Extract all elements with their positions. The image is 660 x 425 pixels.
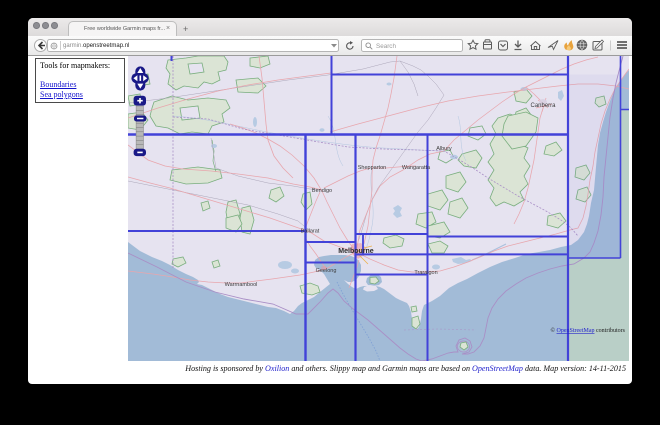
svg-text:Canberra: Canberra (530, 103, 556, 109)
svg-text:Albury: Albury (436, 146, 452, 152)
svg-text:Melbourne: Melbourne (338, 248, 373, 255)
svg-text:Shepparton: Shepparton (358, 165, 386, 171)
svg-text:© OpenStreetMap contributors: © OpenStreetMap contributors (550, 327, 625, 334)
svg-text:Wangaratta: Wangaratta (402, 165, 431, 171)
svg-text:Geelong: Geelong (316, 268, 337, 274)
svg-text:Ballarat: Ballarat (301, 229, 320, 235)
svg-text:Traralgon: Traralgon (414, 270, 437, 276)
svg-text:Warrnambool: Warrnambool (225, 282, 258, 288)
svg-text:Bendigo: Bendigo (312, 188, 332, 194)
